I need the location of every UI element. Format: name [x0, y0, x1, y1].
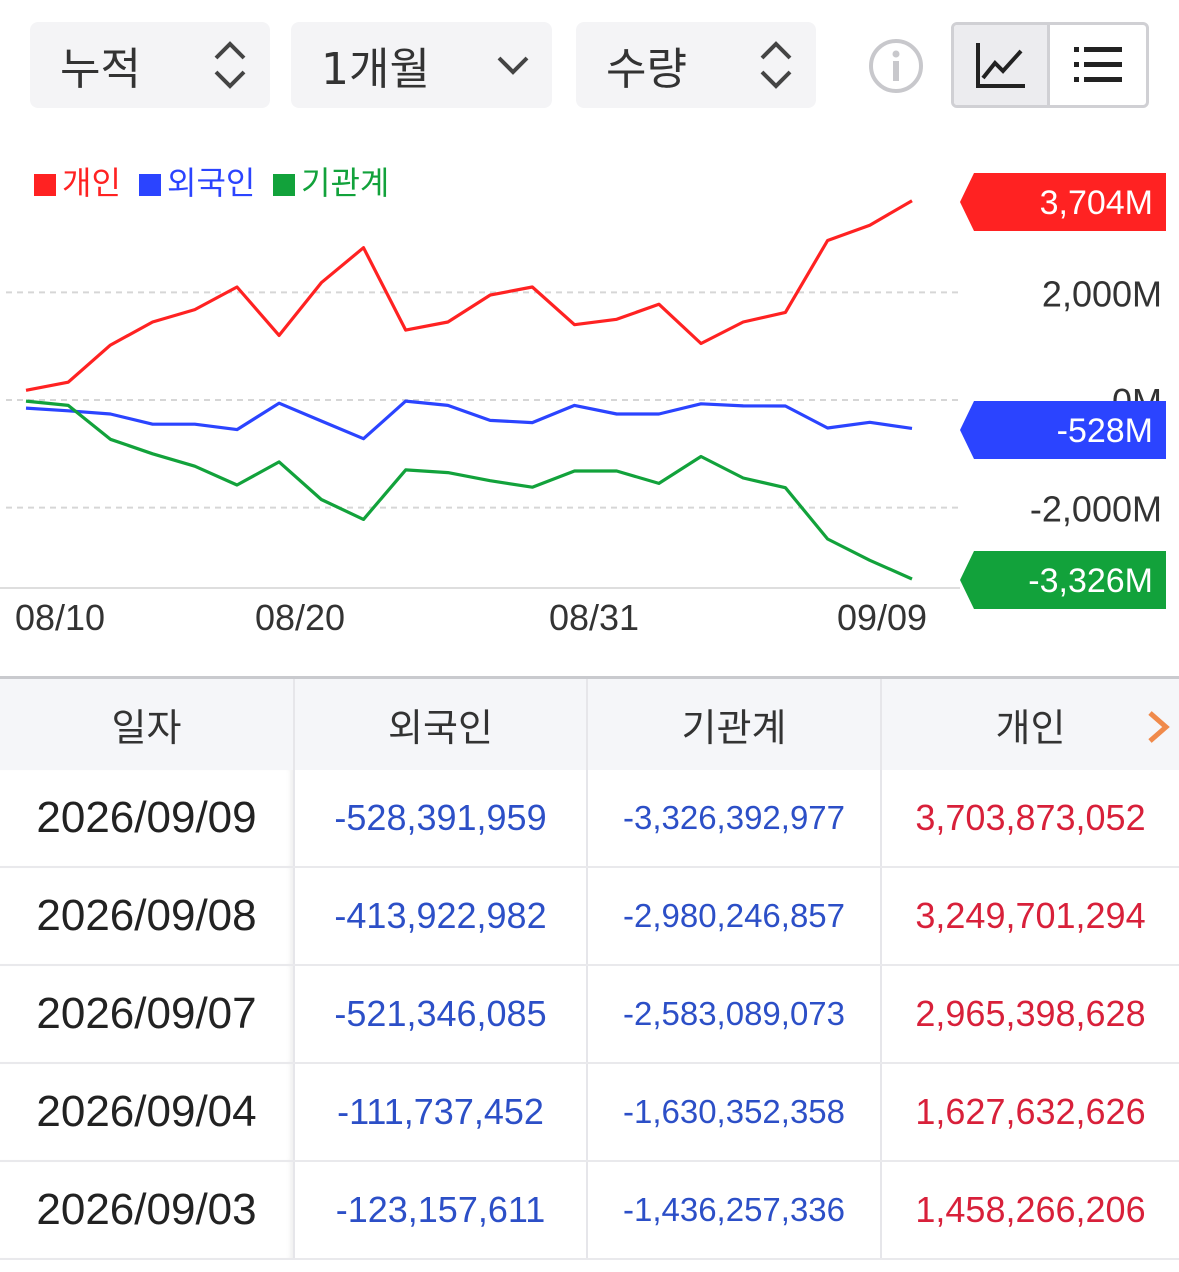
legend-swatch	[34, 174, 56, 196]
table-row[interactable]: 2026/09/03 -123,157,611 -1,436,257,336 1…	[0, 1162, 1179, 1260]
legend-swatch	[139, 174, 161, 196]
series-line-기관계	[25, 399, 913, 581]
chevron-down-icon	[497, 56, 529, 75]
legend-label: 개인	[62, 164, 121, 202]
cell-institution: -2,980,246,857	[588, 868, 882, 964]
table-row[interactable]: 2026/09/07 -521,346,085 -2,583,089,073 2…	[0, 966, 1179, 1064]
end-value-label: 3,704M	[1040, 184, 1153, 222]
period-label: 1개월	[321, 44, 430, 95]
header-date: 일자	[0, 679, 295, 770]
updown-chevron-icon	[214, 41, 246, 89]
chevron-right-icon[interactable]	[1143, 709, 1173, 745]
header-individual: 개인	[995, 708, 1066, 750]
header-institution: 기관계	[588, 679, 882, 770]
legend-label: 기관계	[301, 164, 389, 202]
y-tick-label: -2,000M	[1030, 489, 1162, 530]
series-line-개인	[25, 199, 913, 392]
cell-individual: 2,965,398,628	[915, 993, 1146, 1034]
period-select[interactable]: 1개월	[291, 22, 552, 108]
cell-institution: -2,583,089,073	[588, 966, 882, 1062]
quantity-select[interactable]: 수량	[576, 22, 816, 108]
updown-chevron-icon	[760, 41, 792, 89]
list-view-button[interactable]	[1050, 25, 1146, 105]
cell-individual: 1,458,266,206	[915, 1189, 1146, 1230]
line-chart: 2,000M0M-2,000M08/1008/2008/3109/09개인외국인…	[0, 164, 1166, 638]
y-tick-label: 2,000M	[1042, 273, 1162, 314]
end-value-label: -528M	[1057, 412, 1153, 450]
x-tick-label: 08/31	[549, 597, 639, 638]
cell-institution: -3,326,392,977	[588, 770, 882, 866]
table-row[interactable]: 2026/09/04 -111,737,452 -1,630,352,358 1…	[0, 1064, 1179, 1162]
cell-date: 2026/09/03	[0, 1162, 295, 1258]
cell-foreign: -413,922,982	[295, 868, 588, 964]
filter-bar: 누적 1개월 수량	[30, 22, 1160, 110]
cell-date: 2026/09/04	[0, 1064, 295, 1160]
header-foreign: 외국인	[295, 679, 588, 770]
cell-date: 2026/09/07	[0, 966, 295, 1062]
view-toggle	[951, 22, 1149, 108]
cell-institution: -1,630,352,358	[588, 1064, 882, 1160]
table-header: 일자 외국인 기관계 개인	[0, 676, 1179, 770]
cell-foreign: -111,737,452	[295, 1064, 588, 1160]
x-tick-label: 09/09	[837, 597, 927, 638]
line-chart-icon	[975, 43, 1025, 88]
x-tick-label: 08/20	[255, 597, 345, 638]
info-icon[interactable]	[868, 38, 924, 94]
cell-date: 2026/09/08	[0, 868, 295, 964]
cumulative-select[interactable]: 누적	[30, 22, 270, 108]
cell-foreign: -528,391,959	[295, 770, 588, 866]
cell-date: 2026/09/09	[0, 770, 295, 866]
cell-individual: 1,627,632,626	[915, 1091, 1146, 1132]
legend-swatch	[273, 174, 295, 196]
cell-foreign: -123,157,611	[295, 1162, 588, 1258]
cell-foreign: -521,346,085	[295, 966, 588, 1062]
quantity-label: 수량	[606, 44, 687, 95]
legend-label: 외국인	[167, 164, 255, 202]
cell-institution: -1,436,257,336	[588, 1162, 882, 1258]
list-icon	[1074, 47, 1122, 82]
table-row[interactable]: 2026/09/09 -528,391,959 -3,326,392,977 3…	[0, 770, 1179, 868]
x-tick-label: 08/10	[15, 597, 105, 638]
investor-table: 일자 외국인 기관계 개인 2026/09/09 -528,391,959 -3…	[0, 676, 1179, 1260]
series-line-외국인	[25, 399, 913, 441]
cell-individual: 3,703,873,052	[915, 797, 1146, 838]
investor-flow-chart: 2,000M0M-2,000M08/1008/2008/3109/09개인외국인…	[0, 140, 1179, 660]
end-value-label: -3,326M	[1028, 562, 1153, 600]
cell-individual: 3,249,701,294	[915, 895, 1146, 936]
table-row[interactable]: 2026/09/08 -413,922,982 -2,980,246,857 3…	[0, 868, 1179, 966]
chart-view-button[interactable]	[954, 25, 1050, 105]
cumulative-label: 누적	[60, 44, 141, 95]
